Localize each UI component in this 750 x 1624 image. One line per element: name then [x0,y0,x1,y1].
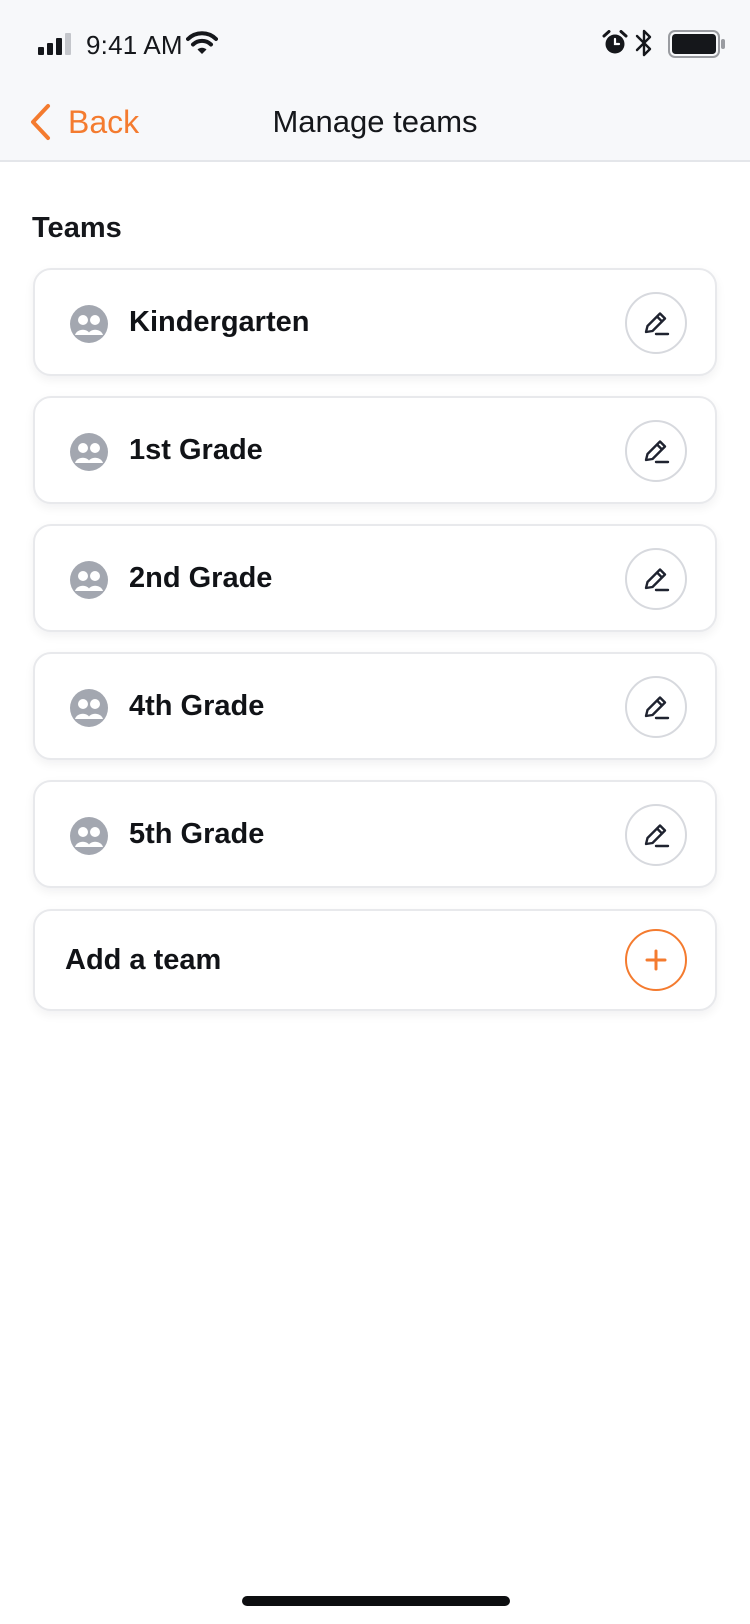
team-name: 5th Grade [129,818,265,850]
home-indicator[interactable] [242,1596,510,1606]
team-icon [70,817,108,855]
team-card[interactable]: Kindergarten [33,268,717,376]
team-list: Kindergarten 1st Grade 2nd Grade 4th Gra… [33,268,717,908]
plus-icon [645,949,667,971]
team-card[interactable]: 4th Grade [33,652,717,760]
add-team-card[interactable]: Add a team [33,909,717,1011]
team-card[interactable]: 5th Grade [33,780,717,888]
edit-team-button[interactable] [625,292,687,354]
wifi-icon [186,31,218,54]
team-icon [70,561,108,599]
team-icon [70,689,108,727]
teams-section-title: Teams [32,212,122,244]
header: 9:41 AM Manage teams Back [0,0,750,162]
team-name: 2nd Grade [129,562,273,594]
add-team-label: Add a team [65,944,222,976]
team-name: 1st Grade [129,434,263,466]
alarm-icon [602,30,628,54]
edit-team-button[interactable] [625,676,687,738]
signal-icon [38,33,71,55]
status-bar: 9:41 AM [0,0,750,88]
battery-icon [668,30,725,58]
team-icon [70,305,108,343]
pencil-icon [644,824,670,848]
chevron-left-icon [31,104,50,140]
pencil-icon [644,440,670,464]
status-time: 9:41 AM [86,30,183,60]
pencil-icon [644,312,670,336]
edit-team-button[interactable] [625,548,687,610]
edit-team-button[interactable] [625,804,687,866]
edit-team-button[interactable] [625,420,687,482]
pencil-icon [644,696,670,720]
pencil-icon [644,568,670,592]
navigation-bar: Manage teams Back [0,88,750,160]
bluetooth-icon [635,29,652,57]
add-team-button[interactable] [625,929,687,991]
team-icon [70,433,108,471]
team-card[interactable]: 2nd Grade [33,524,717,632]
back-button[interactable]: Back [28,92,139,152]
team-name: 4th Grade [129,690,265,722]
team-card[interactable]: 1st Grade [33,396,717,504]
team-name: Kindergarten [129,306,310,338]
back-label: Back [68,103,140,140]
